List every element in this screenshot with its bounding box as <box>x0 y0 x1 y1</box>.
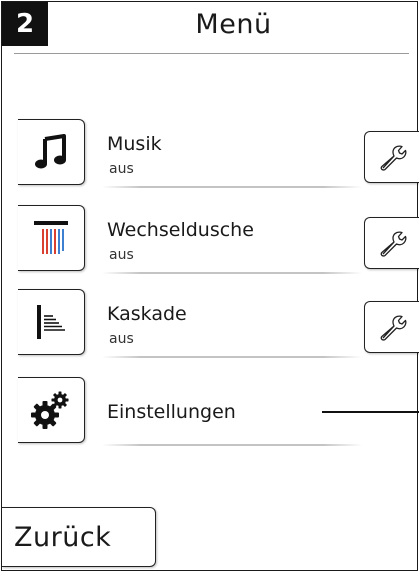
wechseldusche-button[interactable] <box>18 205 85 271</box>
kaskade-divider <box>102 356 362 358</box>
back-button[interactable]: Zurück <box>2 507 156 567</box>
page-title: Menü <box>195 8 272 40</box>
menu-item-musik: Musik aus <box>2 119 419 189</box>
music-note-icon <box>35 134 66 169</box>
header-divider <box>14 53 409 54</box>
kaskade-label: Kaskade <box>107 303 187 325</box>
menu-item-kaskade: Kaskade aus <box>2 289 419 359</box>
einstellungen-label: Einstellungen <box>107 401 236 423</box>
menu-item-wechseldusche: Wechseldusche aus <box>2 205 419 275</box>
wechseldusche-label: Wechseldusche <box>107 219 254 241</box>
wechseldusche-divider <box>102 272 362 274</box>
einstellungen-divider <box>102 444 362 446</box>
kaskade-settings-button[interactable] <box>364 301 419 353</box>
gears-icon <box>31 391 69 429</box>
kaskade-status: aus <box>109 331 134 347</box>
kaskade-button[interactable] <box>18 289 85 355</box>
menu-screen: 2 Menü Musik aus Wechseldusche aus Kaska… <box>1 1 419 571</box>
alternating-shower-icon <box>34 221 68 254</box>
wechseldusche-settings-button[interactable] <box>364 217 419 269</box>
musik-settings-button[interactable] <box>364 131 419 183</box>
menu-item-einstellungen: Einstellungen <box>2 377 419 447</box>
musik-label: Musik <box>107 133 162 155</box>
musik-button[interactable] <box>18 119 85 185</box>
wechseldusche-status: aus <box>109 247 134 263</box>
header: 2 Menü <box>2 2 419 49</box>
wrench-icon <box>380 145 407 171</box>
screen-number-badge: 2 <box>2 2 48 46</box>
einstellungen-indicator-line <box>322 411 419 413</box>
musik-status: aus <box>109 161 134 177</box>
wrench-icon <box>380 231 407 257</box>
musik-divider <box>102 186 362 188</box>
einstellungen-button[interactable] <box>18 377 85 443</box>
wrench-icon <box>380 315 407 341</box>
cascade-icon <box>37 305 65 339</box>
